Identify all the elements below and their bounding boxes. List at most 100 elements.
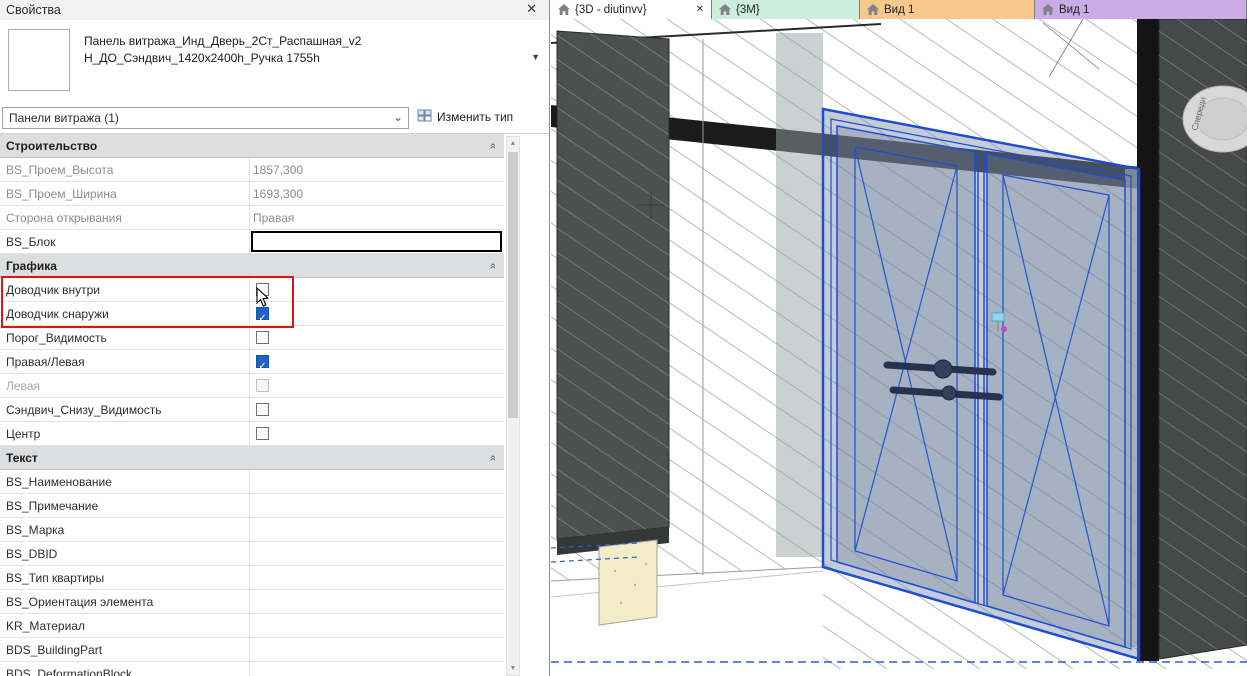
property-label: BS_Примечание xyxy=(0,494,250,517)
property-row[interactable]: BS_Тип квартиры xyxy=(0,566,504,590)
bs-blok-input[interactable] xyxy=(251,231,502,252)
type-thumbnail xyxy=(8,29,70,91)
3d-viewport[interactable]: Спереди xyxy=(550,18,1247,676)
property-value[interactable] xyxy=(250,230,504,253)
property-value[interactable] xyxy=(250,662,504,676)
property-row[interactable]: Доводчик снаружи ✓ xyxy=(0,302,504,326)
checkbox-checked[interactable]: ✓ xyxy=(256,355,269,372)
property-row[interactable]: BS_Примечание xyxy=(0,494,504,518)
section-header[interactable]: Строительство » xyxy=(0,134,504,158)
property-row[interactable]: Сэндвич_Снизу_Видимость xyxy=(0,398,504,422)
application-window: Свойства ✕ Панель витража_Инд_Дверь_2Ст_… xyxy=(0,0,1247,676)
checkbox-unchecked[interactable] xyxy=(256,331,269,344)
property-value[interactable] xyxy=(250,566,504,589)
property-row[interactable]: KR_Материал xyxy=(0,614,504,638)
view-tab-label: Вид 1 xyxy=(1059,3,1090,16)
property-row[interactable]: Доводчик внутри xyxy=(0,278,504,302)
property-value[interactable] xyxy=(250,470,504,493)
value-text: 1857,300 xyxy=(253,163,304,177)
property-label: BS_Блок xyxy=(0,230,250,253)
property-value[interactable] xyxy=(250,422,504,445)
property-row[interactable]: Правая/Левая ✓ xyxy=(0,350,504,374)
tab-close-icon[interactable]: ✕ xyxy=(696,4,704,15)
checkbox-unchecked[interactable] xyxy=(256,403,269,416)
type-dropdown-arrow-icon[interactable]: ▼ xyxy=(531,52,540,62)
property-label: BS_Марка xyxy=(0,518,250,541)
property-row[interactable]: BS_Блок xyxy=(0,230,504,254)
scrollbar-down-arrow-icon[interactable]: ▼ xyxy=(507,662,519,675)
combo-chevron-icon: ⌄ xyxy=(392,110,403,124)
property-row[interactable]: Центр xyxy=(0,422,504,446)
property-label: Правая/Левая xyxy=(0,350,250,373)
checkbox-checked[interactable]: ✓ xyxy=(256,307,269,324)
home-view-icon xyxy=(1042,4,1054,15)
property-row[interactable]: Сторона открывания Правая xyxy=(0,206,504,230)
value-text: Правая xyxy=(253,211,295,225)
property-row[interactable]: BS_Проем_Высота 1857,300 xyxy=(0,158,504,182)
properties-scrollbar[interactable]: ▲ ▼ xyxy=(506,136,520,676)
properties-title: Свойства xyxy=(6,3,61,17)
property-row[interactable]: BS_Марка xyxy=(0,518,504,542)
property-value[interactable]: Правая xyxy=(250,206,504,229)
home-view-icon xyxy=(719,4,731,15)
property-label: BDS_DeformationBlock xyxy=(0,662,250,676)
view-tab-label: {3М} xyxy=(736,3,760,16)
property-value[interactable] xyxy=(250,374,504,397)
property-row[interactable]: BS_Наименование xyxy=(0,470,504,494)
type-selector[interactable]: Панель витража_Инд_Дверь_2Ст_Распашная_v… xyxy=(0,20,549,102)
collapse-chevron-icon[interactable]: » xyxy=(487,262,499,268)
property-value[interactable] xyxy=(250,494,504,517)
scrollbar-up-arrow-icon[interactable]: ▲ xyxy=(507,137,519,150)
selected-door-panel[interactable] xyxy=(821,107,1141,661)
property-row[interactable]: BDS_BuildingPart xyxy=(0,638,504,662)
type-name-line2: Н_ДО_Сэндвич_1420x2400h_Ручка 1755h xyxy=(84,51,320,65)
property-row[interactable]: Порог_Видимость xyxy=(0,326,504,350)
properties-panel: Свойства ✕ Панель витража_Инд_Дверь_2Ст_… xyxy=(0,0,550,676)
view-tab-label: {3D - diutinvv} xyxy=(575,3,647,16)
close-properties-icon[interactable]: ✕ xyxy=(526,1,537,17)
property-value[interactable]: 1693,300 xyxy=(250,182,504,205)
property-value[interactable] xyxy=(250,278,504,301)
property-value[interactable] xyxy=(250,638,504,661)
home-view-icon xyxy=(867,4,879,15)
edit-type-button[interactable]: Изменить тип xyxy=(417,109,513,125)
filter-value: Панели витража (1) xyxy=(9,111,119,125)
checkbox-unchecked[interactable] xyxy=(256,283,269,296)
section-header[interactable]: Графика » xyxy=(0,254,504,278)
element-filter-combobox[interactable]: Панели витража (1) ⌄ xyxy=(2,107,409,129)
property-label: BS_Наименование xyxy=(0,470,250,493)
property-value[interactable] xyxy=(250,542,504,565)
section-header[interactable]: Текст » xyxy=(0,446,504,470)
view-tab-1[interactable]: {3D - diutinvv} ✕ xyxy=(551,0,712,19)
view-tab-3[interactable]: Вид 1 xyxy=(860,0,1035,19)
scrollbar-thumb[interactable] xyxy=(508,152,518,418)
property-label: BDS_BuildingPart xyxy=(0,638,250,661)
edit-type-label: Изменить тип xyxy=(437,110,514,124)
section-label: Графика xyxy=(6,258,57,273)
section-label: Строительство xyxy=(6,138,98,153)
checkbox-unchecked[interactable] xyxy=(256,427,269,440)
view-tab-2[interactable]: {3М} xyxy=(712,0,860,19)
property-row[interactable]: Левая xyxy=(0,374,504,398)
glass-panel-left[interactable] xyxy=(556,30,670,555)
view-tab-4[interactable]: Вид 1 xyxy=(1035,0,1247,19)
property-row[interactable]: BS_Проем_Ширина 1693,300 xyxy=(0,182,504,206)
property-value[interactable] xyxy=(250,518,504,541)
property-value[interactable] xyxy=(250,326,504,349)
property-value[interactable]: 1857,300 xyxy=(250,158,504,181)
collapse-chevron-icon[interactable]: » xyxy=(487,454,499,460)
property-value[interactable] xyxy=(250,614,504,637)
value-text: 1693,300 xyxy=(253,187,304,201)
property-row[interactable]: BDS_DeformationBlock xyxy=(0,662,504,676)
property-value[interactable]: ✓ xyxy=(250,350,504,373)
property-row[interactable]: BS_Ориентация элемента xyxy=(0,590,504,614)
property-row[interactable]: BS_DBID xyxy=(0,542,504,566)
property-label: Доводчик внутри xyxy=(0,278,250,301)
property-label: Порог_Видимость xyxy=(0,326,250,349)
property-value[interactable] xyxy=(250,590,504,613)
collapse-chevron-icon[interactable]: » xyxy=(487,142,499,148)
property-value[interactable] xyxy=(250,398,504,421)
view-tab-bar: {3D - diutinvv} ✕ {3М} Вид 1 Вид 1 xyxy=(551,0,1247,19)
property-value[interactable]: ✓ xyxy=(250,302,504,325)
type-name-line1: Панель витража_Инд_Дверь_2Ст_Распашная_v… xyxy=(84,34,362,48)
